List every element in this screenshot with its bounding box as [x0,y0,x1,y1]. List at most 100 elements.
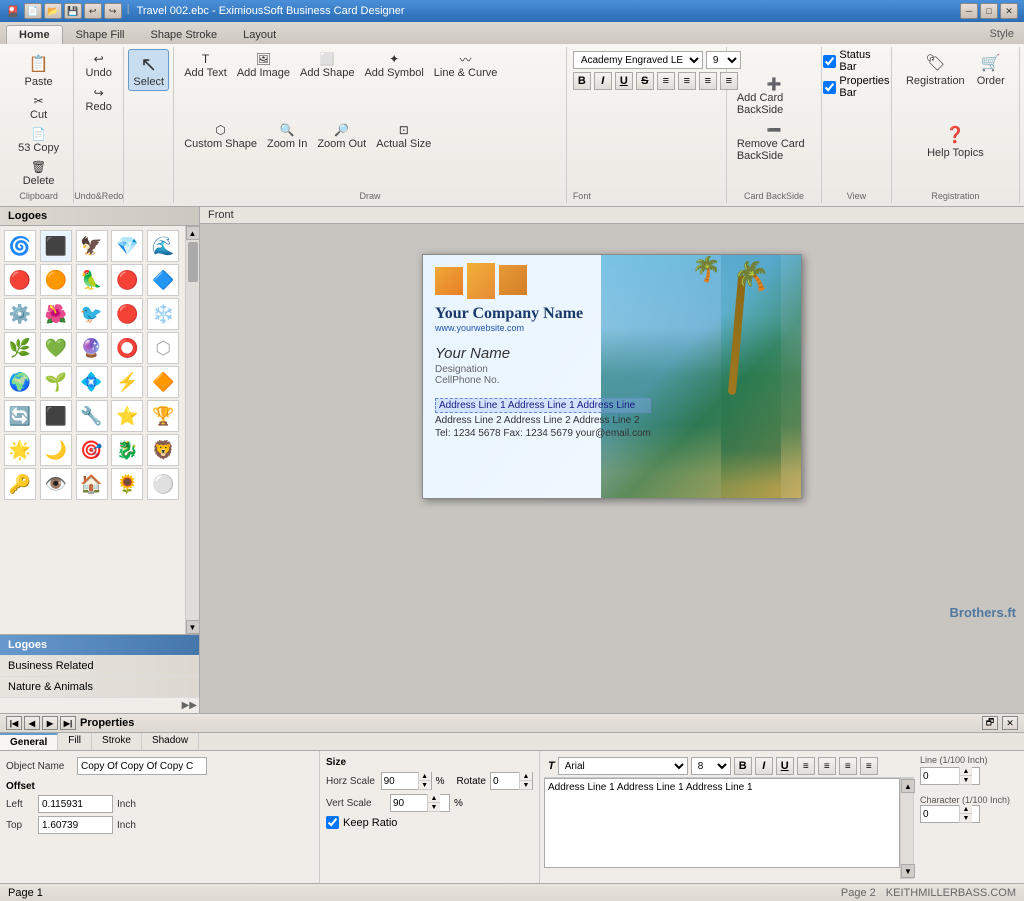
list-item[interactable]: 🏆 [147,400,179,432]
list-item[interactable]: 🌀 [4,230,36,262]
bold-button[interactable]: B [573,72,591,90]
underline-button[interactable]: U [615,72,633,90]
list-item[interactable]: 🏠 [76,468,108,500]
tab-shadow[interactable]: Shadow [142,733,199,750]
horz-scale-input[interactable] [382,775,418,788]
rotate-input[interactable] [491,775,519,788]
tab-shape-stroke[interactable]: Shape Stroke [137,25,230,44]
text-align-right-button[interactable]: ≡ [839,757,857,775]
list-item[interactable]: 🌙 [40,434,72,466]
list-item[interactable]: ⚪ [147,468,179,500]
list-item[interactable]: 🌻 [111,468,143,500]
align-center-button[interactable]: ≡ [678,72,696,90]
rotate-up[interactable]: ▲ [520,772,532,781]
list-item[interactable]: 💠 [76,366,108,398]
list-item[interactable]: 🌍 [4,366,36,398]
list-item[interactable]: 🔮 [76,332,108,364]
list-item[interactable]: 🔄 [4,400,36,432]
help-topics-button[interactable]: ❓ Help Topics [923,121,988,161]
vert-scale-down[interactable]: ▼ [428,803,440,812]
cut-button[interactable]: ✂ Cut [14,91,63,123]
text-bold-button[interactable]: B [734,757,752,775]
tab-stroke[interactable]: Stroke [92,733,142,750]
scroll-thumb[interactable] [188,242,198,282]
canvas-workspace[interactable]: 🌴 🌴 Your Company Name www.yourwebsite.co… [200,224,1024,529]
list-item[interactable]: ⭐ [111,400,143,432]
rotate-down[interactable]: ▼ [520,781,532,790]
char-up[interactable]: ▲ [960,805,972,814]
tab-home[interactable]: Home [6,25,63,44]
remove-card-backside-button[interactable]: ➖ Remove Card BackSide [733,120,815,164]
status-bar-checkbox-label[interactable]: Status Bar [823,49,889,73]
list-item[interactable]: 🌿 [4,332,36,364]
props-first-btn[interactable]: |◀ [6,716,22,730]
properties-bar-checkbox[interactable] [823,81,836,94]
offset-top-input[interactable] [38,816,113,834]
list-item[interactable]: 🐉 [111,434,143,466]
props-last-btn[interactable]: ▶| [60,716,76,730]
maximize-btn[interactable]: □ [980,3,998,19]
props-next-btn[interactable]: ▶ [42,716,58,730]
text-font-size-select[interactable]: 8 [691,757,731,775]
sidebar-expand-btn[interactable]: ▶▶ [0,698,199,713]
text-justify-button[interactable]: ≡ [860,757,878,775]
list-item[interactable]: 🐦 [76,298,108,330]
list-item[interactable]: 🔧 [76,400,108,432]
card-address1[interactable]: Address Line 1 Address Line 1 Address Li… [435,398,651,413]
add-shape-button[interactable]: ⬜ Add Shape [296,49,358,81]
sidebar-item-business-related[interactable]: Business Related [0,656,199,677]
business-card[interactable]: 🌴 🌴 Your Company Name www.yourwebsite.co… [422,254,802,499]
vert-scale-up[interactable]: ▲ [428,794,440,803]
list-item[interactable]: 🔴 [111,298,143,330]
add-symbol-button[interactable]: ✦ Add Symbol [360,49,427,81]
line-curve-button[interactable]: 〰 Line & Curve [430,49,502,81]
status-bar-checkbox[interactable] [823,55,836,68]
object-name-input[interactable] [77,757,207,775]
text-underline-button[interactable]: U [776,757,794,775]
props-prev-btn[interactable]: ◀ [24,716,40,730]
text-editor[interactable]: Address Line 1 Address Line 1 Address Li… [544,778,900,868]
align-right-button[interactable]: ≡ [699,72,717,90]
line-value-input[interactable] [921,770,959,783]
order-button[interactable]: 🛒 Order [973,49,1009,89]
tab-layout[interactable]: Layout [230,25,289,44]
delete-button[interactable]: 🗑 Delete [14,157,63,189]
list-item[interactable]: 🎯 [76,434,108,466]
line-down[interactable]: ▼ [960,776,972,785]
text-align-center-button[interactable]: ≡ [818,757,836,775]
tab-shape-fill[interactable]: Shape Fill [63,25,138,44]
redo-ribbon-button[interactable]: ↪ Redo [82,83,116,115]
list-item[interactable]: ❄️ [147,298,179,330]
tab-fill[interactable]: Fill [58,733,92,750]
minimize-btn[interactable]: ─ [960,3,978,19]
list-item[interactable]: 🟠 [40,264,72,296]
line-up[interactable]: ▲ [960,767,972,776]
align-left-button[interactable]: ≡ [657,72,675,90]
save-btn[interactable]: 💾 [64,3,82,19]
horz-scale-up[interactable]: ▲ [419,772,431,781]
list-item[interactable]: 🦜 [76,264,108,296]
undo-ribbon-button[interactable]: ↩ Undo [82,49,116,81]
open-btn[interactable]: 📂 [44,3,62,19]
new-btn[interactable]: 📄 [24,3,42,19]
list-item[interactable]: 🔷 [147,264,179,296]
text-italic-button[interactable]: I [755,757,773,775]
list-item[interactable]: 🌊 [147,230,179,262]
text-scroll-up[interactable]: ▲ [901,779,915,793]
sidebar-item-logoes[interactable]: Logoes [0,635,199,656]
custom-shape-button[interactable]: ⬡ Custom Shape [180,120,261,152]
list-item[interactable]: 💚 [40,332,72,364]
list-item[interactable]: ⬡ [147,332,179,364]
keep-ratio-checkbox[interactable] [326,816,339,829]
actual-size-button[interactable]: ⊡ Actual Size [372,120,435,152]
list-item[interactable]: 💎 [111,230,143,262]
sidebar-item-nature-animals[interactable]: Nature & Animals [0,677,199,698]
list-item[interactable]: 🦅 [76,230,108,262]
list-item[interactable]: 🔶 [147,366,179,398]
char-value-input[interactable] [921,808,959,821]
list-item[interactable]: 🦁 [147,434,179,466]
list-item[interactable]: 🔴 [111,264,143,296]
zoom-in-button[interactable]: 🔍 Zoom In [263,120,311,152]
copy-button[interactable]: 📄 53 Copy [14,124,63,156]
list-item[interactable]: 🔑 [4,468,36,500]
